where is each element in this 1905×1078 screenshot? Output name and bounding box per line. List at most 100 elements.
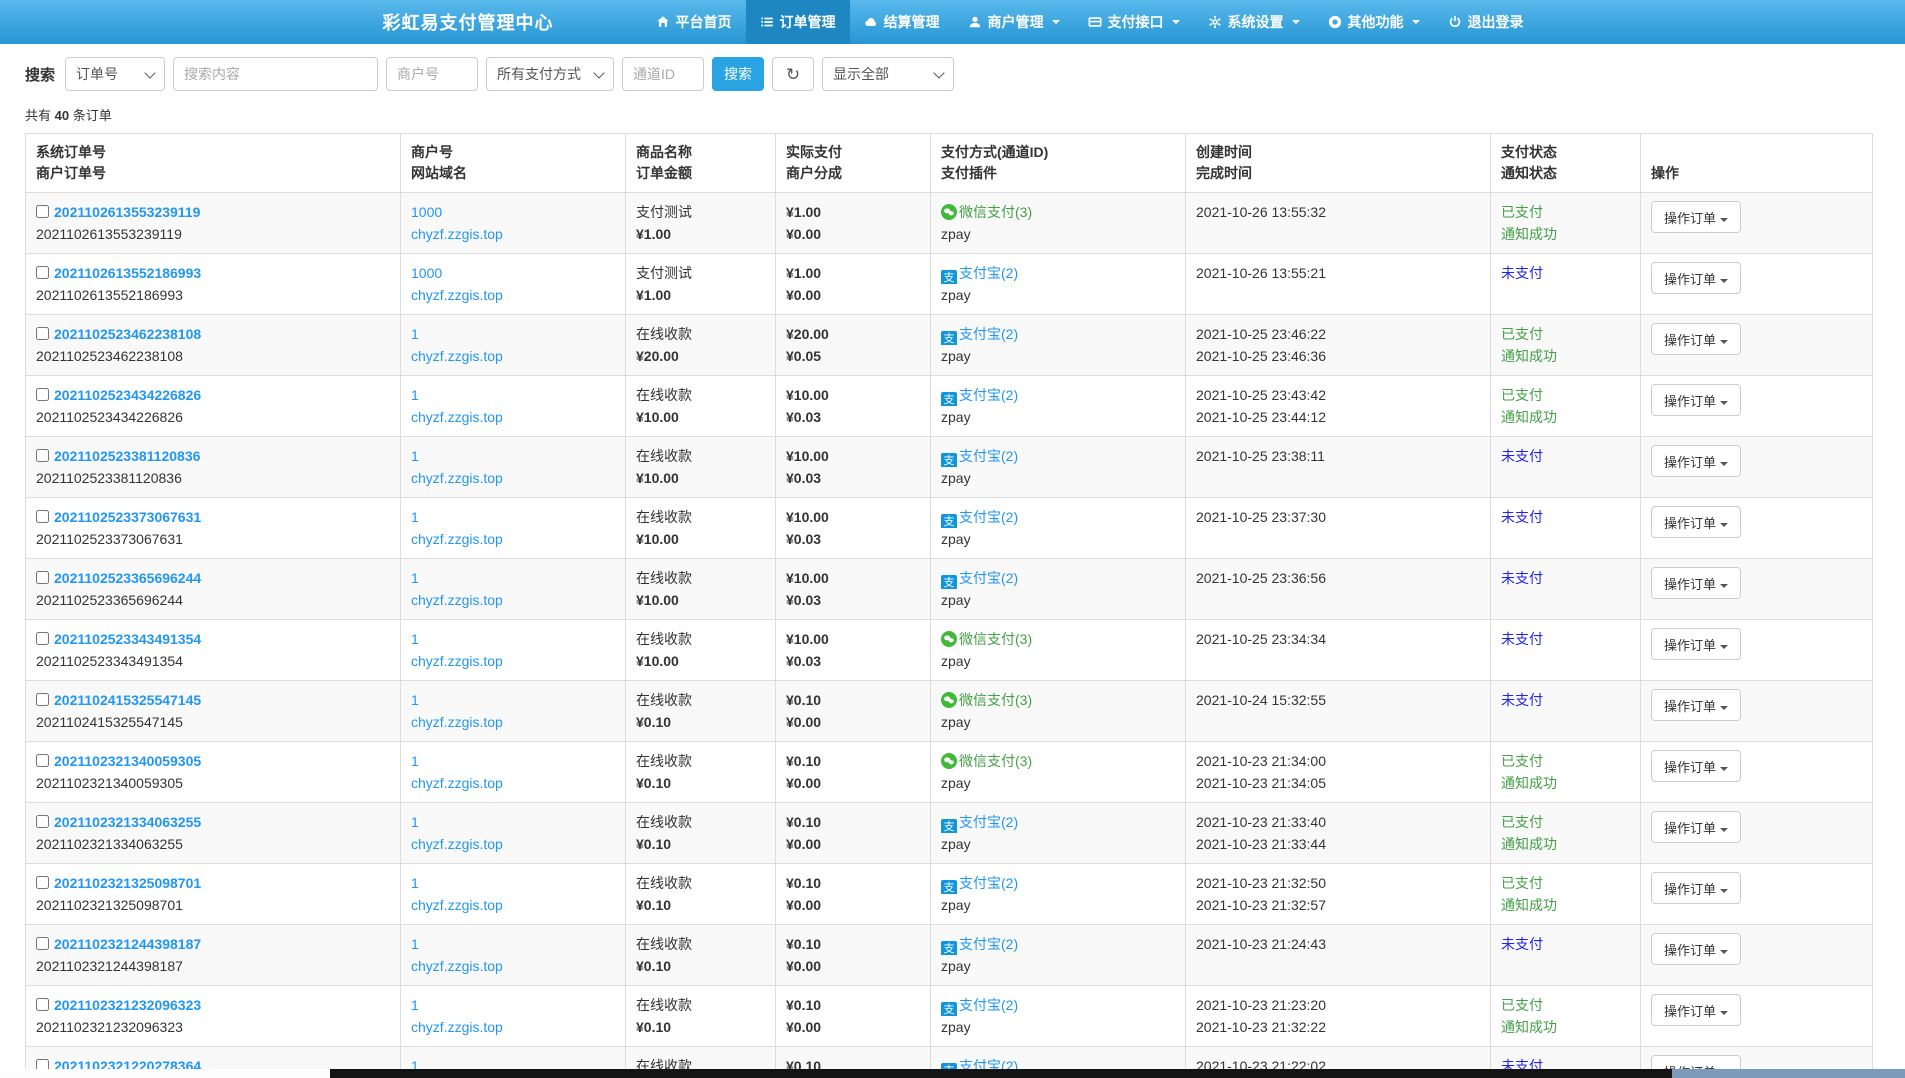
order-checkbox[interactable] [36,388,49,401]
search-type-select[interactable]: 订单号 [65,57,165,91]
order-checkbox[interactable] [36,876,49,889]
merchant-id-input[interactable] [386,57,478,91]
system-order-link[interactable]: 2021102415325547145 [54,692,201,708]
merchant-id-link[interactable]: 1 [411,509,419,525]
order-checkbox[interactable] [36,632,49,645]
system-order-link[interactable]: 2021102523381120836 [54,448,200,464]
refresh-button[interactable]: ↻ [772,57,814,91]
site-domain-link[interactable]: chyzf.zzgis.top [411,287,503,303]
merchant-id-link[interactable]: 1 [411,753,419,769]
merchant-id-link[interactable]: 1 [411,448,419,464]
order-checkbox[interactable] [36,205,49,218]
pay-status: 已支付 [1501,201,1630,223]
order-checkbox[interactable] [36,510,49,523]
nav-item-settlement[interactable]: 结算管理 [850,0,954,44]
site-domain-link[interactable]: chyzf.zzgis.top [411,653,503,669]
alipay-icon: 支 [941,331,957,345]
order-row: 202110252337306763120211025233730676311c… [26,498,1873,559]
nav-item-settings[interactable]: 系统设置 [1194,0,1314,44]
nav-item-merchants[interactable]: 商户管理 [954,0,1074,44]
system-order-link[interactable]: 2021102523365696244 [54,570,201,586]
channel-id-input[interactable] [622,57,704,91]
site-domain-link[interactable]: chyzf.zzgis.top [411,226,503,242]
nav-item-interfaces[interactable]: 支付接口 [1074,0,1194,44]
merchant-id-link[interactable]: 1 [411,692,419,708]
order-action-button[interactable]: 操作订单 [1651,384,1741,416]
system-order-link[interactable]: 2021102613552186993 [54,265,201,281]
display-filter-select[interactable]: 显示全部 [822,57,954,91]
merchant-id-link[interactable]: 1 [411,875,419,891]
order-action-button[interactable]: 操作订单 [1651,445,1741,477]
system-order-link[interactable]: 2021102523462238108 [54,326,201,342]
merchant-id-link[interactable]: 1000 [411,204,442,220]
order-checkbox[interactable] [36,327,49,340]
column-header: 支付状态通知状态 [1491,134,1641,193]
order-checkbox[interactable] [36,266,49,279]
merchant-id-link[interactable]: 1000 [411,265,442,281]
system-order-link[interactable]: 2021102523434226826 [54,387,201,403]
site-domain-link[interactable]: chyzf.zzgis.top [411,470,503,486]
merchant-share: ¥0.00 [786,833,920,855]
order-action-button[interactable]: 操作订单 [1651,628,1741,660]
order-count-number: 40 [55,108,69,123]
site-domain-link[interactable]: chyzf.zzgis.top [411,897,503,913]
order-action-button[interactable]: 操作订单 [1651,872,1741,904]
order-checkbox[interactable] [36,693,49,706]
system-order-link[interactable]: 2021102613553239119 [54,204,200,220]
order-checkbox[interactable] [36,815,49,828]
order-action-button[interactable]: 操作订单 [1651,567,1741,599]
merchant-id-link[interactable]: 1 [411,387,419,403]
paytype-select[interactable]: 所有支付方式 [486,57,614,91]
order-action-button[interactable]: 操作订单 [1651,811,1741,843]
merchant-id-link[interactable]: 1 [411,997,419,1013]
site-domain-link[interactable]: chyzf.zzgis.top [411,592,503,608]
column-header: 创建时间完成时间 [1186,134,1491,193]
site-domain-link[interactable]: chyzf.zzgis.top [411,409,503,425]
order-action-button[interactable]: 操作订单 [1651,262,1741,294]
order-checkbox[interactable] [36,754,49,767]
order-action-button[interactable]: 操作订单 [1651,201,1741,233]
search-content-input[interactable] [173,57,378,91]
merchant-id-link[interactable]: 1 [411,936,419,952]
merchant-id-link[interactable]: 1 [411,631,419,647]
system-order-link[interactable]: 2021102321244398187 [54,936,201,952]
order-action-button[interactable]: 操作订单 [1651,689,1741,721]
system-order-link[interactable]: 2021102523343491354 [54,631,201,647]
system-order-link[interactable]: 2021102321340059305 [54,753,201,769]
site-domain-link[interactable]: chyzf.zzgis.top [411,348,503,364]
system-order-link[interactable]: 2021102321334063255 [54,814,201,830]
site-domain-link[interactable]: chyzf.zzgis.top [411,531,503,547]
search-button[interactable]: 搜索 [712,57,764,91]
order-action-button[interactable]: 操作订单 [1651,933,1741,965]
site-domain-link[interactable]: chyzf.zzgis.top [411,958,503,974]
site-domain-link[interactable]: chyzf.zzgis.top [411,775,503,791]
order-checkbox[interactable] [36,937,49,950]
merchant-id-link[interactable]: 1 [411,326,419,342]
order-count: 共有 40 条订单 [25,105,1905,124]
scrollbar-thumb[interactable] [330,1069,1672,1078]
order-checkbox[interactable] [36,571,49,584]
order-checkbox[interactable] [36,998,49,1011]
site-domain-link[interactable]: chyzf.zzgis.top [411,714,503,730]
nav-item-others[interactable]: 其他功能 [1314,0,1434,44]
system-order-link[interactable]: 2021102523373067631 [54,509,201,525]
notify-status [1501,467,1630,489]
order-checkbox[interactable] [36,449,49,462]
pay-plugin: zpay [941,650,1175,672]
scrollbar-track-right [1672,1069,1905,1078]
order-action-button[interactable]: 操作订单 [1651,994,1741,1026]
order-action-button[interactable]: 操作订单 [1651,750,1741,782]
site-domain-link[interactable]: chyzf.zzgis.top [411,1019,503,1035]
order-action-button[interactable]: 操作订单 [1651,506,1741,538]
site-domain-link[interactable]: chyzf.zzgis.top [411,836,503,852]
nav-item-logout[interactable]: 退出登录 [1434,0,1538,44]
nav-item-home[interactable]: 平台首页 [642,0,746,44]
system-order-link[interactable]: 2021102321325098701 [54,875,201,891]
nav-menu: 平台首页订单管理结算管理商户管理支付接口系统设置其他功能退出登录 [642,0,1538,44]
system-order-link[interactable]: 2021102321232096323 [54,997,201,1013]
nav-item-orders[interactable]: 订单管理 [746,0,850,44]
merchant-id-link[interactable]: 1 [411,814,419,830]
merchant-id-link[interactable]: 1 [411,570,419,586]
order-action-button[interactable]: 操作订单 [1651,323,1741,355]
alipay-icon: 支 [941,392,957,406]
